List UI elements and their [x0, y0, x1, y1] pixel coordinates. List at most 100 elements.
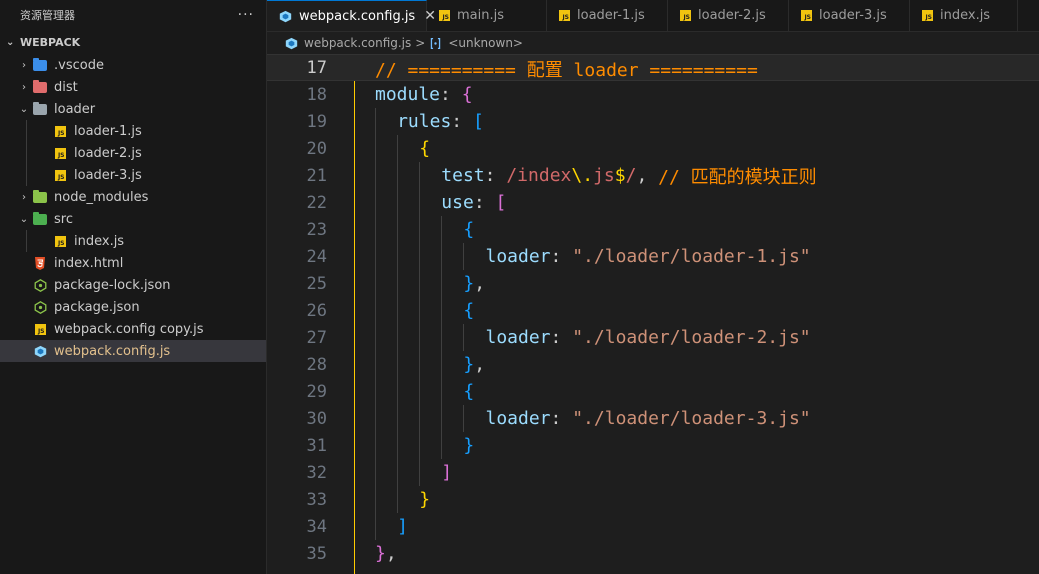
line-number: 27: [306, 327, 327, 348]
tab-label: webpack.config.js: [299, 8, 416, 24]
breadcrumb-file[interactable]: webpack.config.js: [304, 36, 411, 50]
editor-tab[interactable]: webpack.config.js ✕: [267, 0, 436, 31]
tab-label: index.js: [940, 8, 991, 23]
tree-indent-guide: [26, 120, 27, 142]
code-token: // ========== 配置 loader ==========: [375, 59, 758, 81]
file-item[interactable]: package-lock.json: [0, 274, 266, 296]
code-line[interactable]: 25},: [267, 270, 1039, 297]
indent-guide: [419, 351, 421, 378]
code-line[interactable]: 18 module: {: [267, 81, 1039, 108]
file-item[interactable]: package.json: [0, 296, 266, 318]
file-item[interactable]: JS loader-2.js: [0, 142, 266, 164]
code-token: "./loader/loader-3.js": [572, 408, 811, 429]
file-item[interactable]: webpack.config.js: [0, 340, 266, 362]
code-token: loader: [485, 246, 551, 267]
code-token: ,: [474, 273, 486, 294]
folder-item[interactable]: › node_modules: [0, 186, 266, 208]
indent-guide: [397, 243, 399, 270]
workspace-name: WEBPACK: [20, 35, 81, 49]
indent-guide: [441, 378, 443, 405]
file-item[interactable]: JS index.js: [0, 230, 266, 252]
breadcrumb: webpack.config.js > <unknown>: [267, 32, 1039, 54]
folder-item[interactable]: › dist: [0, 76, 266, 98]
tree-item-label: .vscode: [54, 57, 104, 73]
code-line[interactable]: 26 {: [267, 297, 1039, 324]
tree-item-label: package-lock.json: [54, 277, 171, 293]
editor-tab[interactable]: JS loader-2.js: [668, 0, 789, 31]
indent-guide: [375, 486, 376, 513]
code-token: {: [463, 300, 475, 321]
breadcrumb-separator: >: [415, 36, 426, 50]
tree-item-label: loader-2.js: [74, 145, 142, 161]
code-token: }: [419, 489, 431, 510]
editor-tab[interactable]: JS loader-3.js: [789, 0, 910, 31]
code-token: {: [461, 84, 473, 105]
indent-guide: [441, 405, 443, 432]
chevron-right-icon: ›: [22, 191, 26, 203]
file-item[interactable]: JS loader-3.js: [0, 164, 266, 186]
code-token: ]: [397, 516, 408, 537]
code-token: module: [375, 84, 441, 105]
indent-guide: [441, 351, 443, 378]
code-line[interactable]: 31}: [267, 432, 1039, 459]
indent-guide: [375, 459, 376, 486]
tree-item-label: webpack.config copy.js: [54, 321, 204, 337]
editor-area: webpack.config.js ✕ JS main.js JS loader-1.js…: [267, 0, 1039, 574]
code-line[interactable]: 23 {: [267, 216, 1039, 243]
code-line[interactable]: 32]: [267, 459, 1039, 486]
code-line[interactable]: 29 {: [267, 378, 1039, 405]
tree-item-label: webpack.config.js: [54, 343, 171, 359]
code-line[interactable]: 22 use: [: [267, 189, 1039, 216]
code-line[interactable]: 28},: [267, 351, 1039, 378]
code-text: test: /index \. js $ /, // 匹配的模块正则: [441, 162, 816, 189]
indent-guide: [419, 297, 421, 324]
file-item[interactable]: JS webpack.config copy.js: [0, 318, 266, 340]
more-actions-icon[interactable]: ···: [238, 7, 254, 23]
code-token: \.: [571, 165, 594, 186]
code-text: {: [463, 216, 474, 243]
code-view[interactable]: 17 // ========== 配置 loader ========== 18 mo…: [267, 54, 1039, 574]
indent-guide: [375, 297, 376, 324]
code-text: {: [463, 297, 474, 324]
code-line[interactable]: 19 rules: [: [267, 108, 1039, 135]
code-text: rules: [: [397, 108, 484, 135]
explorer-title: 资源管理器: [20, 9, 75, 22]
code-text: ]: [397, 513, 408, 540]
code-token: }: [463, 354, 475, 375]
file-item[interactable]: JS loader-1.js: [0, 120, 266, 142]
code-line[interactable]: 35},: [267, 540, 1039, 567]
indent-guide: [397, 378, 399, 405]
code-line[interactable]: 34]: [267, 513, 1039, 540]
folder-item[interactable]: ⌄ src: [0, 208, 266, 230]
code-line[interactable]: 30 loader: "./loader/loader-3.js": [267, 405, 1039, 432]
code-token: loader: [485, 327, 551, 348]
workspace-section-header[interactable]: ⌄ WEBPACK: [0, 30, 266, 54]
code-line[interactable]: 24 loader: "./loader/loader-1.js": [267, 243, 1039, 270]
js-file-icon: JS: [32, 321, 48, 337]
indent-guide: [375, 189, 376, 216]
code-token: :: [550, 246, 573, 267]
indent-guide: [463, 243, 465, 270]
code-line[interactable]: 20 {: [267, 135, 1039, 162]
editor-tab[interactable]: JS loader-1.js: [547, 0, 668, 31]
line-number: 29: [306, 381, 327, 402]
editor-tab[interactable]: JS index.js: [910, 0, 1018, 31]
indent-guide: [397, 270, 399, 297]
folder-icon: [32, 211, 48, 227]
code-line[interactable]: 17 // ========== 配置 loader ==========: [267, 54, 1039, 81]
code-line[interactable]: 33}: [267, 486, 1039, 513]
code-token: // 匹配的模块正则: [658, 166, 817, 188]
line-number: 25: [306, 273, 327, 294]
file-item[interactable]: index.html: [0, 252, 266, 274]
js-file-icon: JS: [52, 123, 68, 139]
breadcrumb-symbol[interactable]: <unknown>: [448, 36, 523, 50]
folder-item[interactable]: › .vscode: [0, 54, 266, 76]
code-line[interactable]: 21 test: /index \. js $ /, // 匹配的模块正则: [267, 162, 1039, 189]
indent-guide: [419, 324, 421, 351]
folder-item[interactable]: ⌄ loader: [0, 98, 266, 120]
editor-tab[interactable]: JS main.js: [427, 0, 547, 31]
chevron-right-icon: ›: [22, 59, 26, 71]
code-line[interactable]: 27 loader: "./loader/loader-2.js": [267, 324, 1039, 351]
tree-item-label: loader: [54, 101, 96, 117]
code-token: [: [472, 111, 484, 132]
